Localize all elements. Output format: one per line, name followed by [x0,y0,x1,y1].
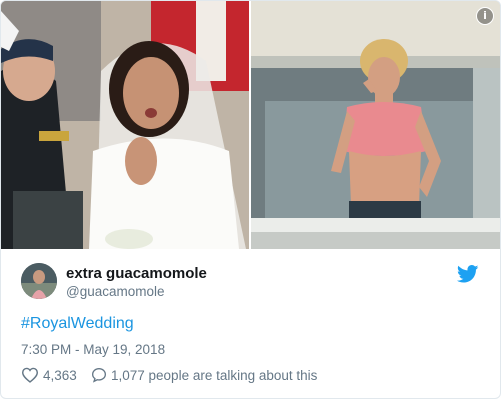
display-name[interactable]: extra guacamomole [66,265,207,282]
woman-on-balcony-photo[interactable]: i [251,1,500,249]
embedded-tweet-card: i extra guacamomole @guacamomole #RoyalW… [0,0,501,399]
avatar-image [21,263,57,299]
conversation-count-text: 1,077 people are talking about this [111,368,318,383]
like-count: 4,363 [43,368,77,383]
avatar[interactable] [21,263,57,299]
speech-bubble-icon [91,367,107,383]
user-handle[interactable]: @guacamomole [66,284,165,299]
hashtag-link[interactable]: #RoyalWedding [21,315,134,333]
balcony-photo-drawing [251,1,500,249]
photo-grid: i [1,1,500,249]
bride-in-veil-photo[interactable] [1,1,249,249]
twitter-bird-icon[interactable] [457,265,479,283]
heart-icon [21,367,39,383]
bride-photo-drawing [1,1,249,249]
info-icon[interactable]: i [476,7,494,25]
tweet-timestamp[interactable]: 7:30 PM - May 19, 2018 [21,342,165,357]
